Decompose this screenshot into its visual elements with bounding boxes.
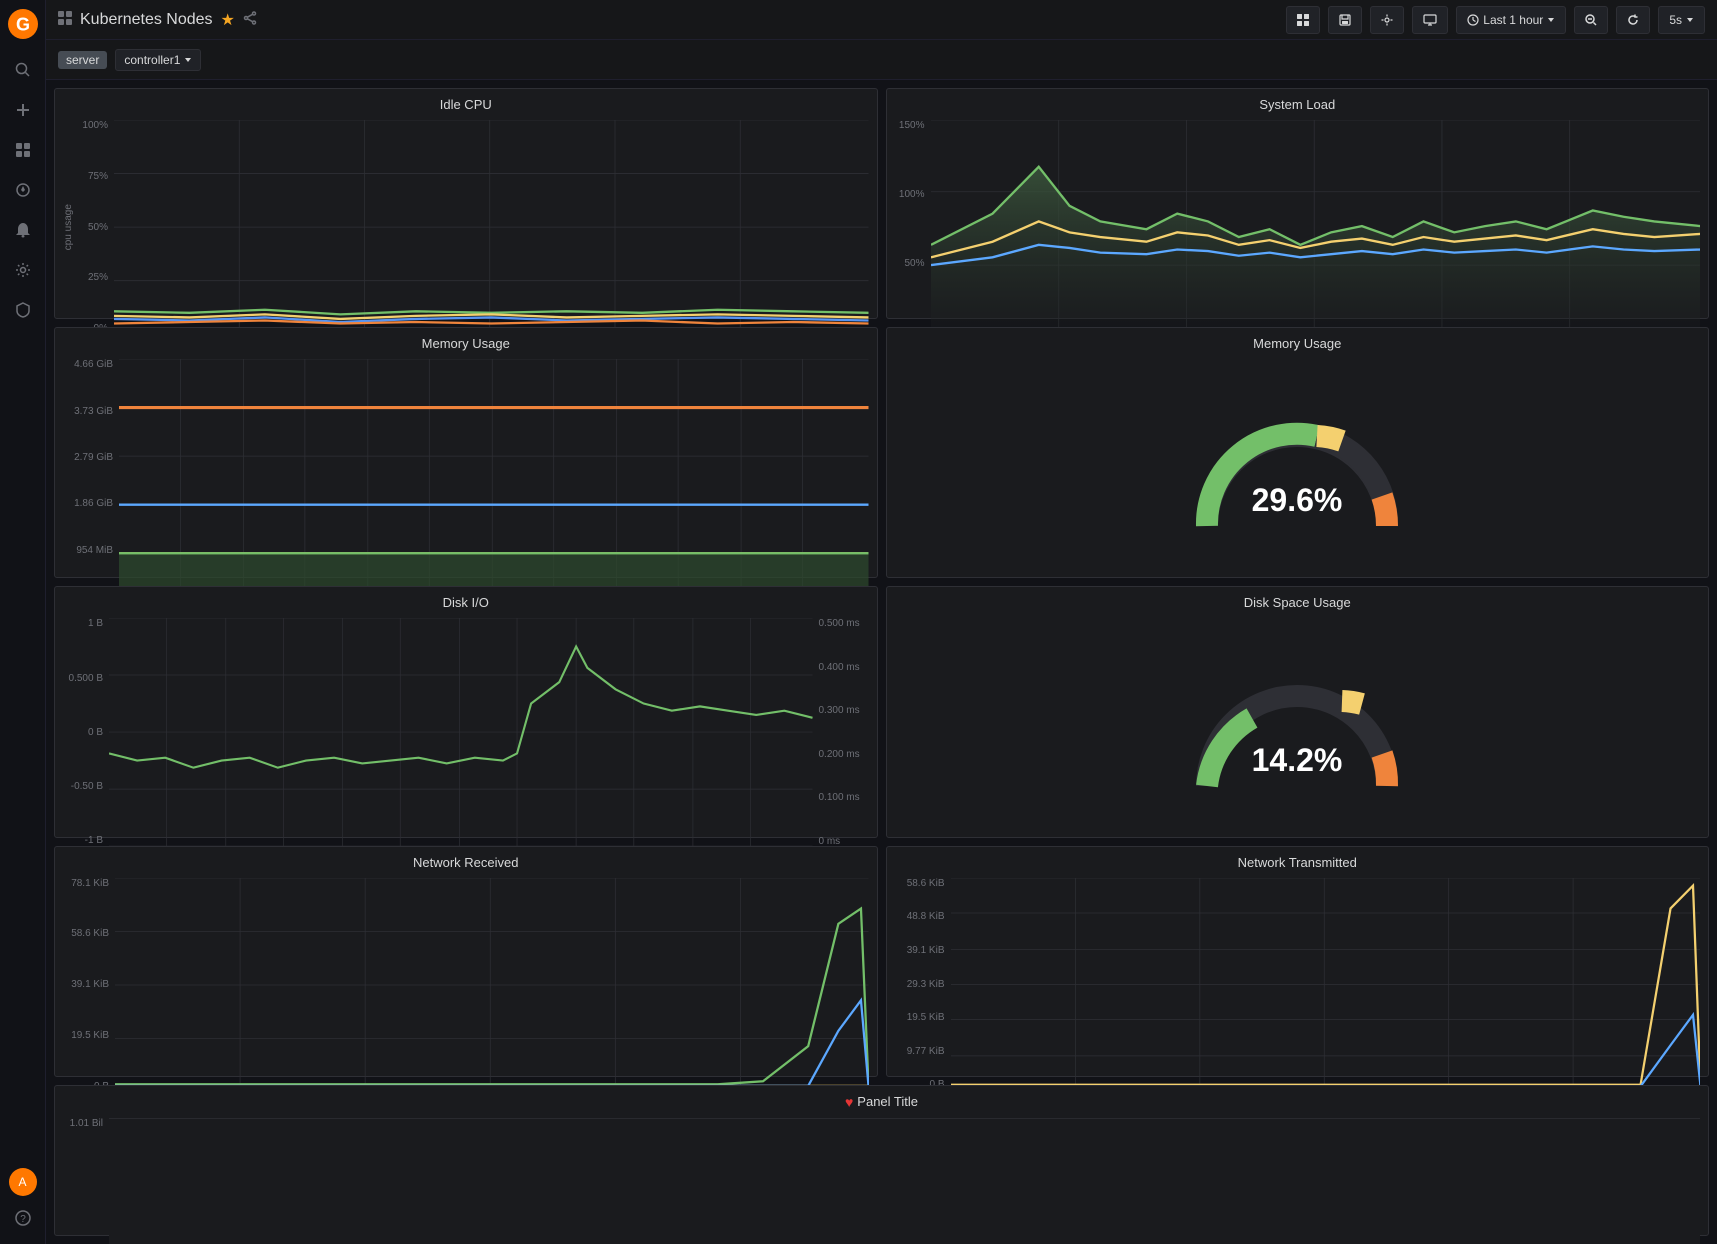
disk-y-labels-left: 1 B0.500 B0 B-0.50 B-1 B — [63, 618, 105, 846]
user-avatar[interactable]: A — [9, 1168, 37, 1196]
tv-mode-btn[interactable] — [1412, 6, 1448, 34]
dashboard-title: Kubernetes Nodes ★ — [80, 10, 257, 30]
network-rx-chart — [115, 878, 869, 1092]
memory-chart — [119, 359, 869, 602]
disk-space-gauge-title: Disk Space Usage — [1232, 587, 1363, 614]
nettx-y-labels: 58.6 KiB48.8 KiB39.1 KiB29.3 KiB19.5 KiB… — [895, 878, 947, 1091]
svg-text:G: G — [15, 14, 29, 34]
svg-text:29.6%: 29.6% — [1252, 482, 1343, 518]
zoom-out-btn[interactable] — [1574, 6, 1608, 34]
add-panel-btn[interactable] — [1286, 6, 1320, 34]
system-load-panel: System Load 150%100%50%0% — [886, 88, 1710, 319]
panel-title-body: 1.01 Bil — [55, 1114, 1708, 1244]
disk-io-panel: Disk I/O 1 B0.500 B0 B-0.50 B-1 B — [54, 586, 878, 837]
disk-io-title: Disk I/O — [55, 587, 877, 614]
system-load-title: System Load — [887, 89, 1709, 116]
settings-btn[interactable] — [1370, 6, 1404, 34]
sidebar: G — [0, 0, 46, 1244]
topbar: Kubernetes Nodes ★ — [46, 0, 1717, 40]
memory-gauge-container: 29.6% — [887, 355, 1709, 577]
sidebar-add-icon[interactable] — [5, 92, 41, 128]
dashboard-grid: Idle CPU cpu usage 100%75%50%25%0% — [46, 80, 1717, 1244]
controller-label: controller1 — [124, 53, 180, 67]
disk-y-labels-right: 0.500 ms0.400 ms0.300 ms0.200 ms0.100 ms… — [817, 618, 869, 846]
network-received-title: Network Received — [55, 847, 877, 874]
time-range-picker[interactable]: Last 1 hour — [1456, 6, 1566, 34]
svg-text:14.2%: 14.2% — [1252, 742, 1343, 778]
save-btn[interactable] — [1328, 6, 1362, 34]
share-icon[interactable] — [243, 11, 257, 28]
mem-y-labels: 4.66 GiB3.73 GiB2.79 GiB1.86 GiB954 MiB0… — [63, 359, 115, 602]
idle-cpu-panel: Idle CPU cpu usage 100%75%50%25%0% — [54, 88, 878, 319]
y-labels: 100%75%50%25%0% — [78, 120, 110, 334]
filterbar: server controller1 — [46, 40, 1717, 80]
panel-title-header: ♥ Panel Title — [55, 1086, 1708, 1114]
sidebar-bottom: A ? — [5, 1168, 41, 1236]
refresh-interval[interactable]: 5s — [1658, 6, 1705, 34]
star-icon[interactable]: ★ — [221, 10, 235, 30]
sidebar-shield-icon[interactable] — [5, 292, 41, 328]
app-logo[interactable]: G — [7, 8, 39, 40]
server-filter-label: server — [58, 51, 107, 69]
disk-space-gauge-panel: Disk Space Usage 14.2% — [886, 586, 1710, 837]
memory-gauge-panel: Memory Usage 29.6% — [886, 327, 1710, 578]
sidebar-help-icon[interactable]: ? — [5, 1200, 41, 1236]
time-range-label: Last 1 hour — [1483, 13, 1543, 27]
panel-title-panel: ♥ Panel Title 1.01 Bil — [54, 1085, 1709, 1236]
system-load-y-labels: 150%100%50%0% — [895, 120, 927, 338]
panel-title-text: Panel Title — [857, 1094, 918, 1109]
idle-cpu-chart — [114, 120, 869, 334]
sidebar-settings-icon[interactable] — [5, 252, 41, 288]
sidebar-explore-icon[interactable] — [5, 172, 41, 208]
grid-icon[interactable] — [58, 11, 72, 28]
idle-cpu-title: Idle CPU — [55, 89, 877, 116]
y-axis-label: cpu usage — [63, 120, 74, 334]
main-content: Kubernetes Nodes ★ — [46, 0, 1717, 1244]
netrx-y-labels: 78.1 KiB58.6 KiB39.1 KiB19.5 KiB0 B — [63, 878, 111, 1092]
network-transmitted-title: Network Transmitted — [887, 847, 1709, 874]
panel-chart — [109, 1118, 1700, 1244]
svg-text:?: ? — [20, 1214, 26, 1225]
disk-space-gauge-container: 14.2% — [887, 614, 1709, 836]
memory-usage-chart-panel: Memory Usage 4.66 GiB3.73 GiB2.79 GiB1.8… — [54, 327, 878, 578]
network-tx-chart — [951, 878, 1701, 1091]
title-text: Kubernetes Nodes — [80, 11, 213, 29]
network-received-panel: Network Received 78.1 KiB58.6 KiB39.1 Ki… — [54, 846, 878, 1077]
refresh-interval-label: 5s — [1669, 13, 1682, 27]
memory-gauge-title: Memory Usage — [1241, 328, 1353, 355]
controller-select[interactable]: controller1 — [115, 49, 201, 71]
disk-io-chart — [109, 618, 813, 846]
refresh-btn[interactable] — [1616, 6, 1650, 34]
sidebar-search-icon[interactable] — [5, 52, 41, 88]
memory-usage-chart-title: Memory Usage — [55, 328, 877, 355]
sidebar-apps-icon[interactable] — [5, 132, 41, 168]
system-load-chart — [931, 120, 1701, 338]
disk-io-body: 1 B0.500 B0 B-0.50 B-1 B — [55, 614, 877, 881]
network-transmitted-panel: Network Transmitted 58.6 KiB48.8 KiB39.1… — [886, 846, 1710, 1077]
panel-y-labels: 1.01 Bil — [63, 1118, 105, 1244]
sidebar-alerts-icon[interactable] — [5, 212, 41, 248]
